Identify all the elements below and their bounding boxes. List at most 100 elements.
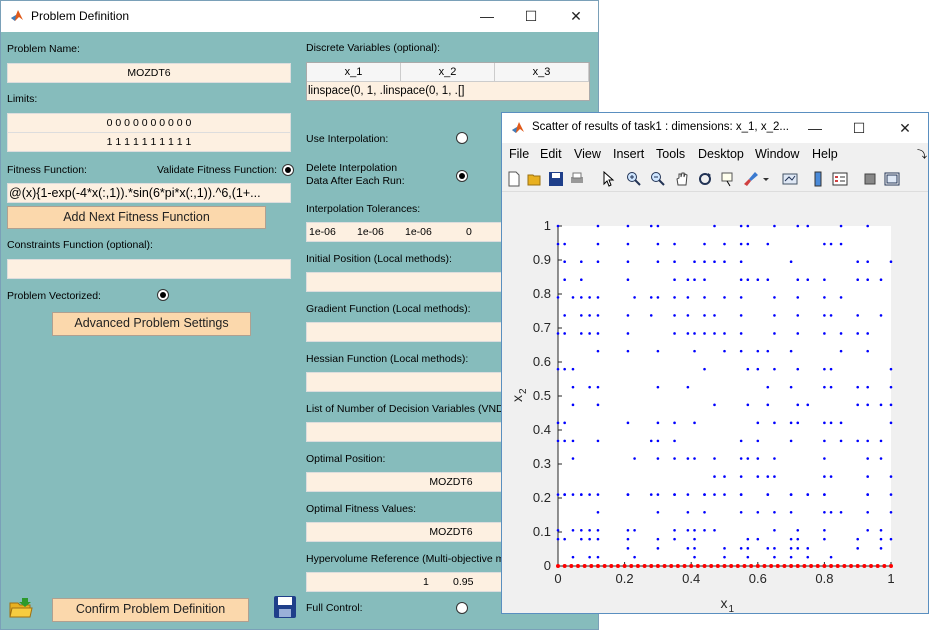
blue-point [596,403,600,407]
discrete-variables-table[interactable]: x_1 x_2 x_3 linspace(0, 1, ... linspace(… [306,62,590,101]
delete-interpolation-radio[interactable] [456,170,468,182]
new-figure-icon[interactable] [506,171,522,187]
blue-point [773,367,776,371]
data-cursor-icon[interactable] [720,171,736,187]
maximize-button[interactable]: ☐ [516,5,546,27]
red-point [582,564,587,568]
blue-point [746,403,750,407]
blue-point [889,260,893,263]
pan-hand-icon[interactable] [674,171,690,187]
menu-file[interactable]: File [509,147,529,161]
scatter-chart[interactable]: 0 0.2 0.4 0.6 0.8 1 0 0.1 0.2 0.3 0.4 0.5 0.6 0.7 0.8 0… [502,193,928,613]
rotate-3d-icon[interactable] [697,171,713,187]
legend-icon[interactable] [832,171,848,187]
add-next-fitness-button[interactable]: Add Next Fitness Function [7,206,266,229]
zoom-out-icon[interactable] [650,171,666,187]
interpolation-tolerances-input[interactable]: 1e-06 1e-06 1e-06 0 [306,222,506,242]
blue-point [839,296,843,299]
blue-point [686,296,690,299]
menu-view[interactable]: View [574,147,601,161]
blue-point [588,385,591,389]
blue-point [571,367,575,371]
menu-help[interactable]: Help [812,147,838,161]
hide-plot-tools-icon[interactable] [862,171,878,187]
save-floppy-icon[interactable] [272,594,298,620]
x-tick-label: 0.4 [682,571,700,586]
discrete-col-x3[interactable]: x_3 [495,63,589,81]
blue-point [766,349,770,353]
blue-point [588,493,591,496]
open-folder-icon[interactable] [8,595,34,621]
num-decision-variables-input[interactable] [306,422,506,442]
red-point [722,564,727,568]
close-button[interactable]: ✕ [561,5,591,27]
hypervolume-input[interactable]: 1 0.95 [306,572,506,592]
open-file-icon[interactable] [527,171,543,187]
fitness-function-input[interactable]: @(x){1-exp(-4*x(:,1)).*sin(6*pi*x(:,1)).… [7,183,291,203]
menu-edit[interactable]: Edit [540,147,562,161]
menu-tools[interactable]: Tools [656,147,685,161]
blue-point [739,260,743,263]
zoom-in-icon[interactable] [626,171,642,187]
blue-point [746,555,750,559]
figure-maximize-button[interactable]: ☐ [844,117,874,139]
problem-vectorized-radio[interactable] [157,289,169,301]
show-plot-tools-icon[interactable] [884,171,900,187]
blue-point [580,529,583,532]
blue-point [556,421,560,425]
discrete-cell-x3[interactable]: [] [457,82,532,100]
link-plot-icon[interactable] [782,171,798,187]
brush-dropdown-icon[interactable] [761,171,771,187]
blue-point [823,242,826,246]
discrete-cell-x2[interactable]: linspace(0, 1, ... [382,82,457,100]
minimize-button[interactable]: — [472,5,502,27]
blue-point [571,385,575,389]
validate-fitness-radio[interactable] [282,164,294,176]
blue-point [829,510,833,514]
problem-name-input[interactable]: MOZDT6 [7,63,291,83]
blue-point [571,457,575,460]
blue-point [703,278,706,282]
figure-plot-area: 0 0.2 0.4 0.6 0.8 1 0 0.1 0.2 0.3 0.4 0.5 0.6 0.7 0.8 0… [502,193,928,613]
red-point [682,564,687,568]
confirm-problem-button[interactable]: Confirm Problem Definition [52,598,249,622]
menu-desktop[interactable]: Desktop [698,147,744,161]
hessian-function-input[interactable] [306,372,506,392]
blue-point [656,510,660,514]
constraints-input[interactable] [7,259,291,279]
figure-minimize-button[interactable]: — [800,117,830,139]
gradient-function-input[interactable] [306,322,506,342]
discrete-col-x1[interactable]: x_1 [307,63,401,81]
blue-point [673,439,676,443]
limits-lower-input[interactable]: 0 0 0 0 0 0 0 0 0 0 [7,113,291,133]
discrete-cell-x1[interactable]: linspace(0, 1, ... [307,82,382,100]
print-icon[interactable] [569,171,585,187]
blue-point [839,224,843,228]
y-tick-label: 0.7 [533,320,551,335]
limits-upper-input[interactable]: 1 1 1 1 1 1 1 1 1 1 [7,132,291,152]
full-control-radio[interactable] [456,602,468,614]
initial-position-input[interactable] [306,272,506,292]
brush-icon[interactable] [743,171,759,187]
dock-arrow-icon[interactable]: ⤵ [917,146,927,161]
colorbar-icon[interactable] [810,171,826,187]
figure-close-button[interactable]: ✕ [890,117,920,139]
blue-point [626,529,630,532]
menu-insert[interactable]: Insert [613,147,644,161]
matlab-logo-icon [512,122,524,133]
menu-window[interactable]: Window [755,147,799,161]
red-point [815,564,820,568]
full-control-label: Full Control: [306,602,363,614]
save-icon[interactable] [548,171,564,187]
red-point [842,564,847,568]
discrete-col-x2[interactable]: x_2 [401,63,495,81]
blue-point [626,349,630,353]
red-point [562,564,567,568]
use-interpolation-radio[interactable] [456,132,468,144]
blue-point [580,296,583,299]
advanced-settings-button[interactable]: Advanced Problem Settings [52,312,251,336]
blue-point [713,457,716,460]
pointer-icon[interactable] [600,171,616,187]
red-point [622,564,627,568]
blue-point [866,278,869,282]
